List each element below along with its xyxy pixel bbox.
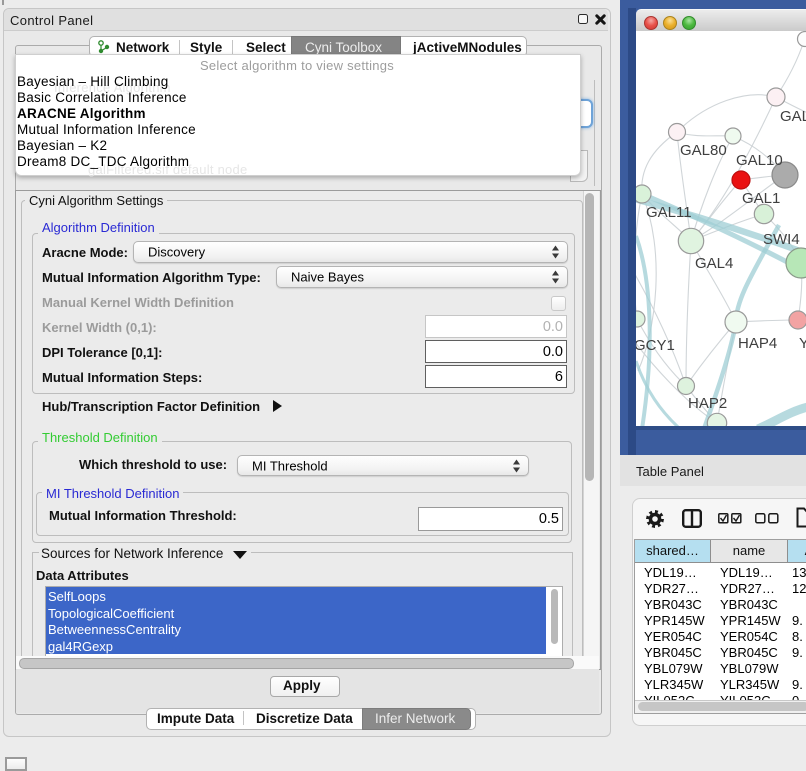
svg-text:SWI4: SWI4 [763,231,800,248]
svg-text:Y: Y [799,335,806,352]
svg-text:GAL1: GAL1 [742,190,780,207]
svg-text:HAP4: HAP4 [738,335,777,352]
svg-text:GAL11: GAL11 [646,204,692,221]
svg-text:HAP2: HAP2 [688,395,727,412]
svg-text:GAL80: GAL80 [680,142,727,159]
svg-text:GAL4: GAL4 [695,255,733,272]
svg-text:GAL10: GAL10 [736,152,783,169]
svg-text:GAL: GAL [780,108,806,125]
svg-text:GCY1: GCY1 [636,337,675,354]
